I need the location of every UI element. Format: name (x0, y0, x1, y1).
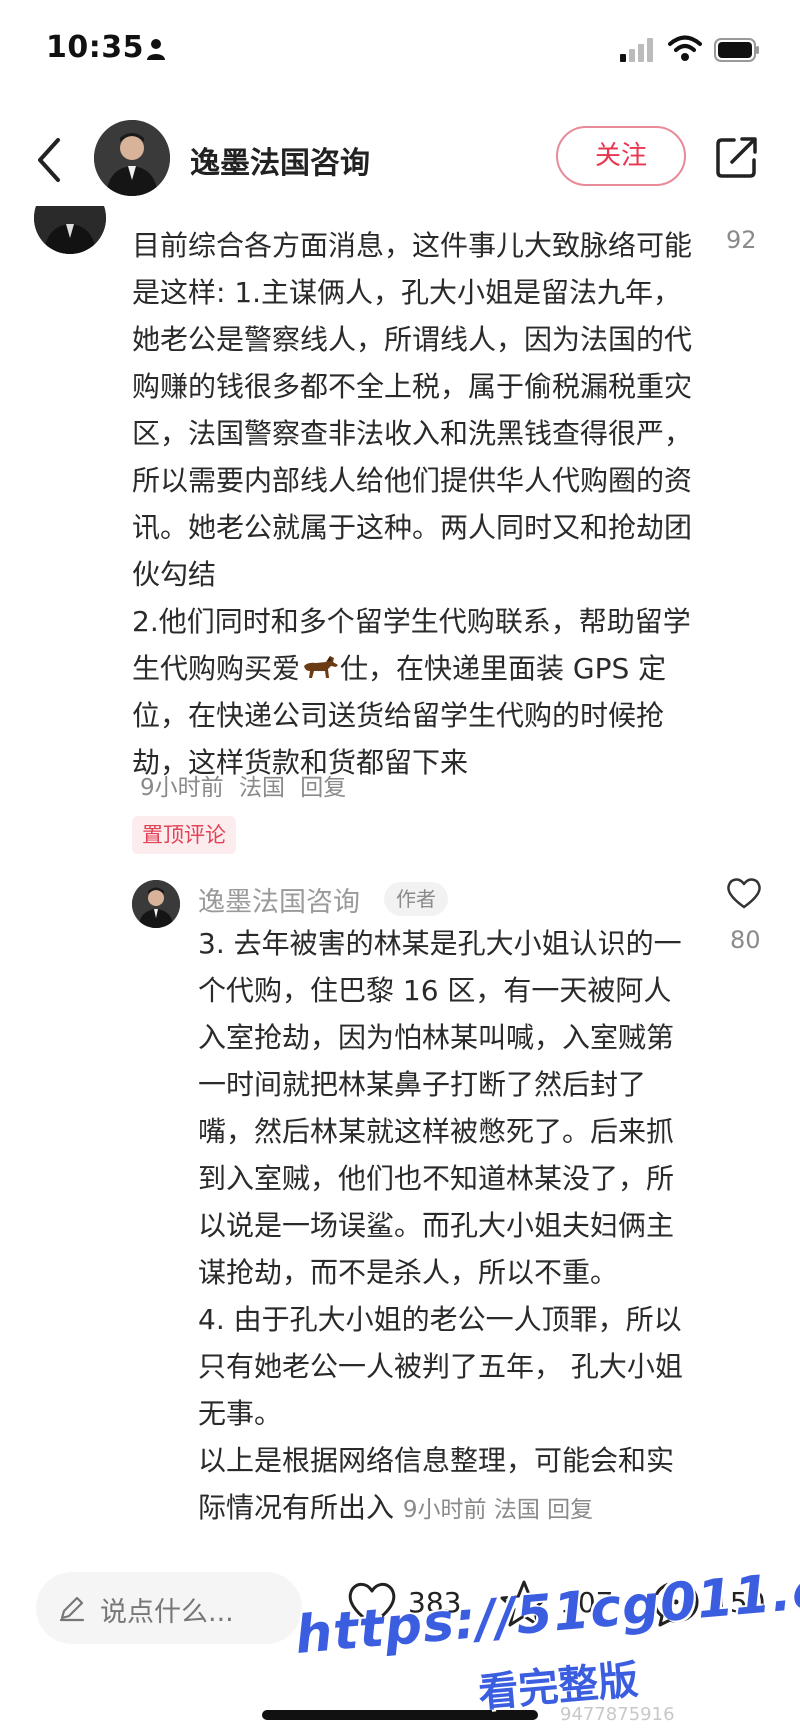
reply-avatar[interactable] (132, 880, 180, 928)
reply-like-count: 80 (730, 926, 761, 954)
reply-location: 法国 (493, 1497, 540, 1523)
main-comment-text-part1: 目前综合各方面消息，这件事儿大致脉络可能是这样: 1.主谋俩人，孔大小姐是留法九… (132, 229, 693, 685)
status-bar: 10:35 (0, 0, 800, 100)
account-name[interactable]: 逸墨法国咨询 (190, 138, 370, 182)
wifi-icon (668, 35, 702, 61)
reply-text: 3. 去年被害的林某是孔大小姐认识的一个代购，住巴黎 16 区，有一天被阿人入室… (198, 920, 688, 1534)
avatar[interactable] (94, 120, 170, 196)
pencil-icon (59, 1596, 85, 1622)
comment-input[interactable]: 说点什么... (36, 1572, 302, 1644)
signal-icon (620, 38, 653, 62)
main-comment-location: 法国 (238, 775, 285, 801)
pinned-comment-badge: 置顶评论 (132, 816, 236, 854)
reply-reply-button[interactable]: 回复 (547, 1497, 593, 1523)
author-badge: 作者 (384, 882, 448, 916)
share-icon[interactable] (714, 134, 760, 180)
battery-icon (714, 38, 759, 62)
horse-emoji-icon (304, 656, 339, 678)
main-comment-time: 9小时前 (140, 775, 224, 801)
main-comment-meta: 9小时前 法国 回复 (140, 768, 354, 802)
heart-icon[interactable] (726, 876, 762, 910)
main-comment-text: 目前综合各方面消息，这件事儿大致脉络可能是这样: 1.主谋俩人，孔大小姐是留法九… (132, 222, 692, 786)
follow-button[interactable]: 关注 (556, 126, 686, 186)
back-icon[interactable] (32, 134, 68, 186)
comment-input-placeholder: 说点什么... (100, 1597, 234, 1628)
reply-text-body: 3. 去年被害的林某是孔大小姐认识的一个代购，住巴黎 16 区，有一天被阿人入室… (198, 927, 683, 1524)
faint-id-text: 9477875916 (560, 1704, 675, 1725)
reply-author-name[interactable]: 逸墨法国咨询 (198, 880, 360, 919)
reply-time: 9小时前 (402, 1497, 487, 1523)
main-comment-like-count: 92 (726, 226, 757, 254)
person-icon (147, 39, 165, 60)
reply-meta: 9小时前 法国 回复 (403, 1497, 593, 1523)
header-bar: 逸墨法国咨询 关注 (0, 110, 800, 210)
status-time: 10:35 (46, 30, 144, 65)
main-comment-reply-button[interactable]: 回复 (300, 775, 346, 801)
